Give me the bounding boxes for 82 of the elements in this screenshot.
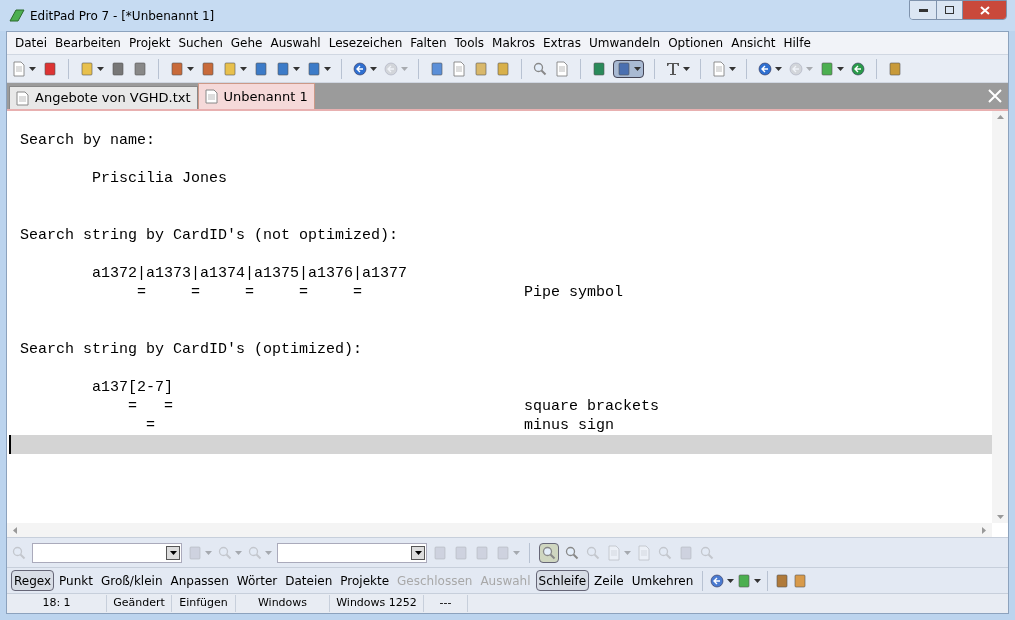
status-field: 18: 1: [7, 595, 107, 612]
caret-icon[interactable]: [729, 66, 736, 71]
menu-item[interactable]: Datei: [11, 34, 51, 52]
window-title: EditPad Pro 7 - [*Unbenannt 1]: [30, 7, 215, 25]
scroll-left-icon[interactable]: [13, 526, 17, 534]
scroll-down-icon[interactable]: [996, 515, 1004, 519]
status-field: Windows: [236, 595, 330, 612]
text-line: a137[2-7]: [91, 378, 175, 397]
caret-icon[interactable]: [754, 578, 762, 583]
caret-icon[interactable]: [370, 66, 377, 71]
menu-item[interactable]: Auswahl: [266, 34, 325, 52]
caret-icon[interactable]: [683, 66, 690, 71]
menu-item[interactable]: Suchen: [174, 34, 227, 52]
search-option[interactable]: Dateien: [282, 570, 336, 591]
search-option[interactable]: Punkt: [56, 570, 96, 591]
menu-item[interactable]: Ansicht: [727, 34, 780, 52]
menu-item[interactable]: Falten: [406, 34, 451, 52]
caret-icon[interactable]: [775, 66, 782, 71]
vertical-scrollbar[interactable]: [992, 111, 1008, 523]
menu-item[interactable]: Projekt: [124, 34, 175, 52]
app-logo-icon: [8, 7, 26, 24]
status-field: Einfügen: [172, 595, 236, 612]
text-line: = = square brackets: [127, 397, 661, 416]
horizontal-scrollbar[interactable]: [7, 523, 992, 537]
word-wrap-button[interactable]: [613, 59, 644, 78]
maximize-button[interactable]: [936, 1, 962, 19]
search-icon[interactable]: [532, 60, 548, 77]
caret-icon[interactable]: [837, 66, 844, 71]
scroll-right-icon[interactable]: [982, 526, 986, 534]
caret-icon[interactable]: [240, 66, 247, 71]
document-tab[interactable]: Angebote von VGHD.txt: [9, 86, 198, 109]
menu-item[interactable]: Lesezeichen: [324, 34, 407, 52]
search-option[interactable]: Umkehren: [628, 570, 697, 591]
menu-item[interactable]: Tools: [450, 34, 489, 52]
menu-item[interactable]: Extras: [539, 34, 585, 52]
replace-field[interactable]: [277, 542, 427, 563]
back-icon[interactable]: [757, 60, 773, 77]
menu-item[interactable]: Gehe: [226, 34, 267, 52]
search-option[interactable]: Zeile: [591, 570, 627, 591]
text-line: Search string by CardID's (optimized):: [19, 340, 364, 359]
text-line: = minus sign: [145, 416, 616, 435]
text-line: Priscilia Jones: [91, 169, 229, 188]
caret-icon[interactable]: [97, 66, 104, 71]
caret-icon[interactable]: [293, 66, 300, 71]
document-tab[interactable]: Unbenannt 1: [197, 83, 315, 109]
search-option[interactable]: Schleife: [535, 570, 590, 591]
status-field: Windows 1252: [330, 595, 424, 612]
search-option[interactable]: Projekte: [337, 570, 393, 591]
text-line: Search by name:: [19, 131, 157, 150]
close-icon: [979, 5, 990, 15]
document-icon: [204, 89, 218, 104]
search-option[interactable]: Anpassen: [167, 570, 232, 591]
text-line: Search string by CardID's (not optimized):: [19, 226, 400, 245]
maximize-icon: [945, 6, 954, 14]
search-option[interactable]: Regex: [11, 570, 55, 591]
minimize-icon: [918, 8, 928, 12]
font-icon[interactable]: [665, 60, 681, 77]
caret-icon[interactable]: [324, 66, 331, 71]
status-field: ---: [424, 595, 468, 612]
search-option[interactable]: Groß/klein: [97, 570, 166, 591]
dropdown-icon[interactable]: [414, 550, 422, 555]
scroll-up-icon[interactable]: [996, 115, 1004, 119]
menu-item[interactable]: Hilfe: [779, 34, 815, 52]
caret-icon[interactable]: [29, 66, 36, 71]
caret-icon[interactable]: [187, 66, 194, 71]
menu-item[interactable]: Umwandeln: [584, 34, 665, 52]
search-field[interactable]: [32, 542, 182, 563]
menu-item[interactable]: Makros: [488, 34, 540, 52]
menu-item[interactable]: Bearbeiten: [51, 34, 125, 52]
caret-icon[interactable]: [727, 578, 735, 583]
text-line: = = = = = Pipe symbol: [136, 283, 625, 302]
status-field: Geändert: [107, 595, 172, 612]
document-icon: [16, 90, 29, 106]
minimize-button[interactable]: [910, 1, 936, 19]
dropdown-icon[interactable]: [169, 550, 177, 555]
menu-item[interactable]: Optionen: [664, 34, 728, 52]
close-button[interactable]: [962, 1, 1006, 19]
close-tab-icon[interactable]: [988, 89, 1002, 103]
caret-icon[interactable]: [634, 66, 641, 71]
search-option[interactable]: Wörter: [233, 570, 281, 591]
undo-icon[interactable]: [352, 60, 368, 77]
text-line: a1372|a1373|a1374|a1375|a1376|a1377: [91, 264, 409, 283]
